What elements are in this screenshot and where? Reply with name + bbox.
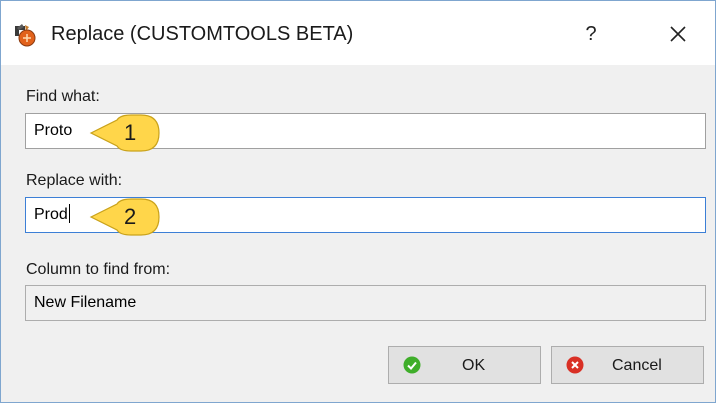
replace-with-value: Prod <box>34 206 68 223</box>
cancel-button[interactable]: Cancel <box>551 346 704 384</box>
ok-label: OK <box>462 357 486 374</box>
replace-with-label: Replace with: <box>26 172 123 189</box>
column-field: New Filename <box>25 285 706 321</box>
x-circle-icon <box>566 356 584 374</box>
replace-dialog: Replace (CUSTOMTOOLS BETA) ? Find what: … <box>0 0 716 403</box>
callout-1-number: 1 <box>124 120 137 145</box>
find-what-value: Proto <box>34 122 73 139</box>
window-title: Replace (CUSTOMTOOLS BETA) <box>51 23 354 45</box>
close-icon[interactable] <box>661 19 695 51</box>
callout-2-number: 2 <box>124 204 137 229</box>
ok-button[interactable]: OK <box>388 346 541 384</box>
check-circle-icon <box>403 356 421 374</box>
title-bar[interactable]: Replace (CUSTOMTOOLS BETA) ? <box>1 1 715 65</box>
help-button[interactable]: ? <box>576 19 606 49</box>
customtools-app-icon <box>15 24 36 47</box>
column-value: New Filename <box>34 294 137 311</box>
column-label: Column to find from: <box>26 261 171 278</box>
find-what-label: Find what: <box>26 88 100 105</box>
cancel-label: Cancel <box>612 357 662 374</box>
text-caret <box>68 204 70 223</box>
